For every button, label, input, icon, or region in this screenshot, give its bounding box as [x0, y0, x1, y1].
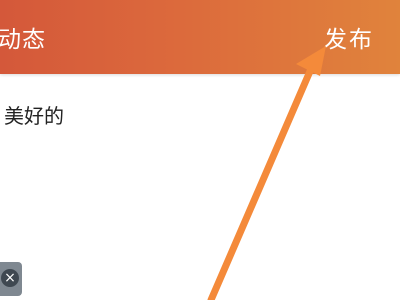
attachment-thumbnail: ×: [0, 262, 22, 296]
close-icon[interactable]: ×: [1, 269, 19, 287]
post-text-input[interactable]: 美好的: [4, 100, 64, 129]
arrow-shaft: [207, 58, 318, 300]
publish-button[interactable]: 发布: [324, 20, 374, 54]
page-title: 动态: [0, 27, 46, 53]
top-bar: 动态 发布: [0, 0, 400, 74]
